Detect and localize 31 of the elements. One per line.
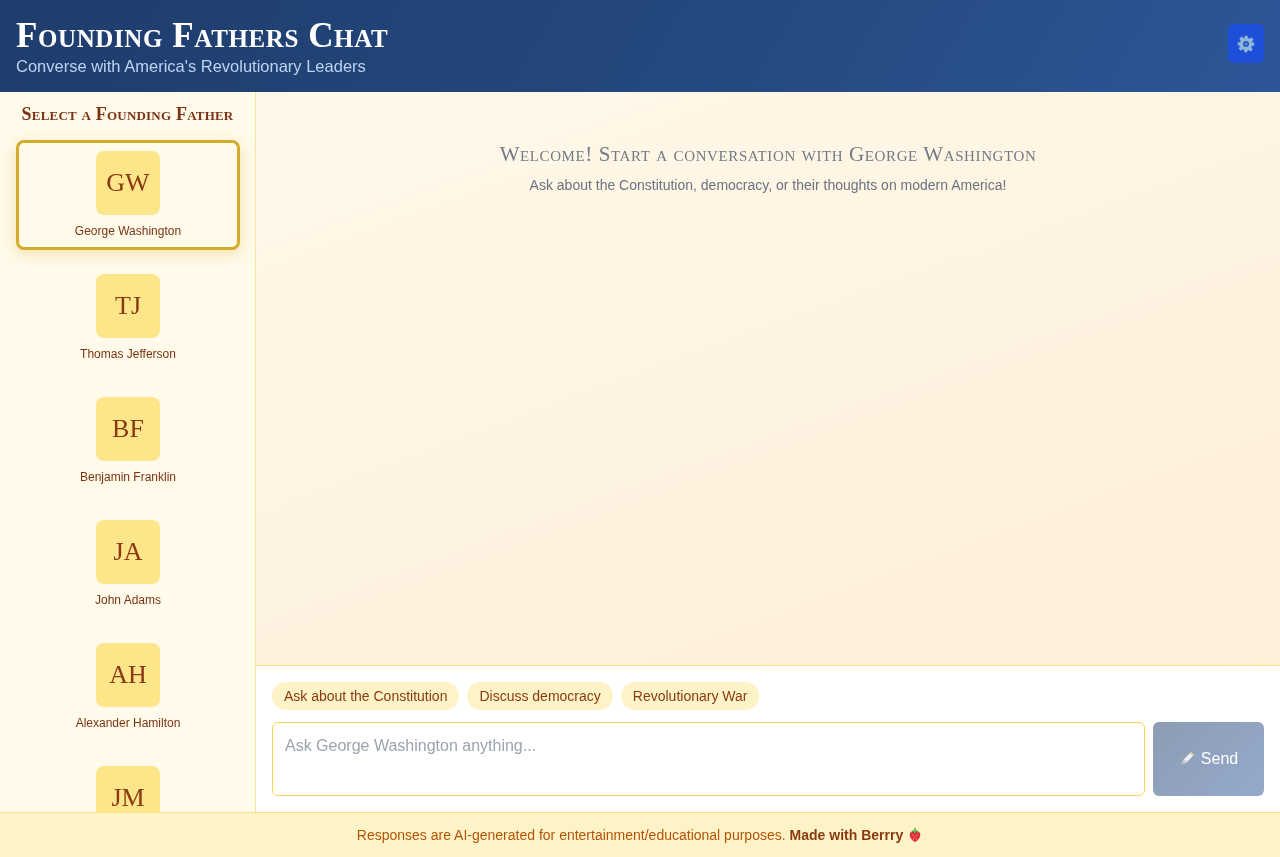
- disclaimer-text: Responses are AI-generated for entertainment/educational purposes.: [356, 826, 786, 843]
- sidebar-heading: Select a Founding Father: [20, 104, 235, 125]
- figure-name: Alexander Hamilton: [75, 716, 181, 730]
- figure-card[interactable]: JA John Adams: [16, 509, 240, 619]
- avatar-initials: AH: [96, 643, 160, 707]
- figure-name: George Washington: [74, 224, 182, 238]
- welcome-title: Welcome! Start a conversation with George Washington: [499, 142, 1037, 167]
- figure-name: Benjamin Franklin: [79, 470, 176, 484]
- message-input[interactable]: Ask George Washington anything...: [272, 722, 1145, 796]
- avatar-initials: TJ: [96, 274, 160, 338]
- welcome-subtitle: Ask about the Constitution, democracy, or their thoughts on modern America!: [529, 177, 1007, 193]
- suggestion-chip[interactable]: Revolutionary War: [620, 682, 760, 710]
- figure-card[interactable]: TJ Thomas Jefferson: [16, 263, 240, 373]
- avatar-initials: BF: [96, 397, 160, 461]
- settings-icon: [1237, 34, 1255, 53]
- app-title: Founding Fathers Chat: [16, 16, 389, 55]
- app-subtitle: Converse with America's Revolutionary Leaders: [16, 56, 367, 76]
- figure-name: John Adams: [94, 593, 161, 607]
- figure-card[interactable]: JM: [16, 755, 240, 812]
- figure-name: Thomas Jefferson: [80, 347, 176, 361]
- figure-card[interactable]: AH Alexander Hamilton: [16, 632, 240, 742]
- pen-icon: [1178, 751, 1195, 767]
- avatar-initials: JM: [96, 766, 160, 812]
- figure-card[interactable]: GW George Washington: [16, 140, 240, 250]
- avatar-initials: JA: [96, 520, 160, 584]
- suggestion-chip[interactable]: Ask about the Constitution: [272, 682, 460, 710]
- suggestion-chip[interactable]: Discuss democracy: [467, 682, 613, 710]
- avatar-initials: GW: [96, 151, 160, 215]
- made-with-link[interactable]: Made with Berrry: [789, 826, 904, 843]
- figure-card[interactable]: BF Benjamin Franklin: [16, 386, 240, 496]
- settings-button[interactable]: [1228, 24, 1264, 63]
